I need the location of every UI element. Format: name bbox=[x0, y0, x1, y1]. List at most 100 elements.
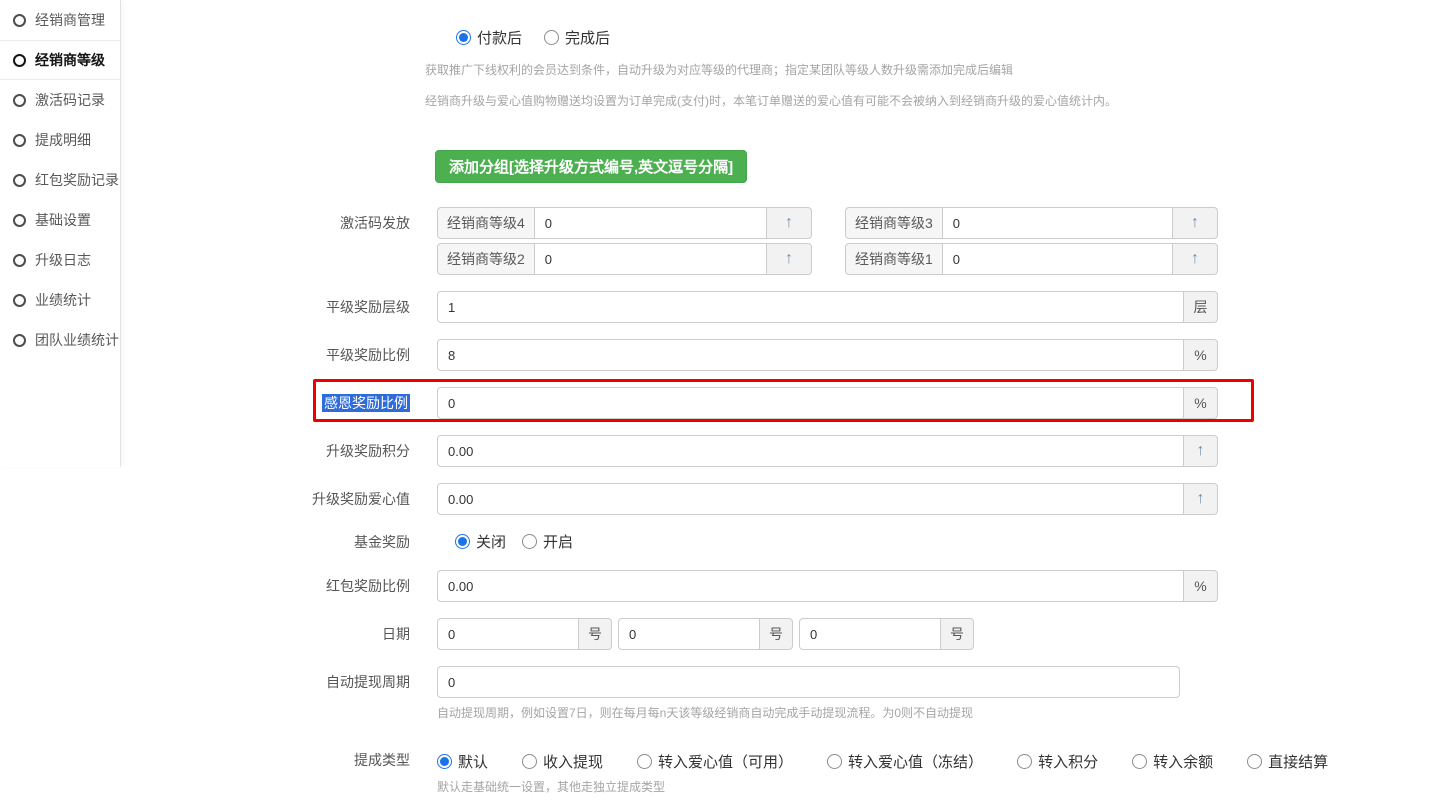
radio-option-direct-settlement[interactable]: 直接结算 bbox=[1247, 751, 1328, 772]
gratitude-ratio-input-group: % bbox=[437, 387, 1218, 419]
radio-option-after-completion[interactable]: 完成后 bbox=[544, 27, 610, 48]
sidebar-item-basic-settings[interactable]: 基础设置 bbox=[0, 200, 120, 240]
field-label-date: 日期 bbox=[121, 624, 410, 644]
arrow-up-icon[interactable]: ↑ bbox=[1184, 483, 1218, 515]
radio-unchecked-icon[interactable] bbox=[637, 754, 652, 769]
radio-unchecked-icon[interactable] bbox=[544, 30, 559, 45]
date-input-2[interactable] bbox=[618, 618, 760, 650]
peer-level-input-group: 层 bbox=[437, 291, 1218, 323]
radio-unchecked-icon[interactable] bbox=[522, 534, 537, 549]
fund-reward-row: 基金奖励 关闭 开启 bbox=[121, 531, 1454, 552]
input-prefix-level4: 经销商等级4 bbox=[437, 207, 534, 239]
circle-icon bbox=[13, 134, 26, 147]
redpacket-ratio-input[interactable] bbox=[437, 570, 1184, 602]
radio-unchecked-icon[interactable] bbox=[1132, 754, 1147, 769]
radio-label: 开启 bbox=[543, 531, 573, 552]
unit-addon-day: 号 bbox=[941, 618, 974, 650]
radio-option-default[interactable]: 默认 bbox=[437, 751, 488, 772]
radio-option-on[interactable]: 开启 bbox=[522, 531, 573, 552]
help-text-commission-type: 默认走基础统一设置，其他走独立提成类型 bbox=[437, 778, 1328, 795]
unit-addon-floor: 层 bbox=[1184, 291, 1218, 323]
field-label-upgrade-love: 升级奖励爱心值 bbox=[121, 489, 410, 509]
sidebar-item-performance-stats[interactable]: 业绩统计 bbox=[0, 280, 120, 320]
sidebar-item-label: 经销商管理 bbox=[35, 10, 105, 30]
auto-withdraw-cycle-row: 自动提现周期 自动提现周期，例如设置7日，则在每月每n天该等级经销商自动完成手动… bbox=[121, 666, 1454, 721]
sidebar-item-team-performance-stats[interactable]: 团队业绩统计 bbox=[0, 320, 120, 360]
help-text-auto-withdraw: 自动提现周期，例如设置7日，则在每月每n天该等级经销商自动完成手动提现流程。为0… bbox=[437, 704, 1180, 721]
peer-level-input[interactable] bbox=[437, 291, 1184, 323]
main-content: 付款后 完成后 获取推广下线权利的会员达到条件，自动升级为对应等级的代理商；指定… bbox=[121, 0, 1454, 811]
activation-input-group-level1: 经销商等级1 ↑ bbox=[845, 243, 1218, 275]
sidebar-item-dealer-level[interactable]: 经销商等级 bbox=[0, 40, 120, 80]
sidebar-item-redpacket-reward-records[interactable]: 红包奖励记录 bbox=[0, 160, 120, 200]
radio-option-love-frozen[interactable]: 转入爱心值（冻结） bbox=[827, 751, 983, 772]
help-text-upgrade-condition: 获取推广下线权利的会员达到条件，自动升级为对应等级的代理商；指定某团队等级人数升… bbox=[425, 63, 1454, 77]
upgrade-love-input[interactable] bbox=[437, 483, 1184, 515]
unit-addon-percent: % bbox=[1184, 387, 1218, 419]
arrow-up-icon[interactable]: ↑ bbox=[767, 243, 812, 275]
radio-label: 付款后 bbox=[477, 27, 522, 48]
radio-label: 收入提现 bbox=[543, 751, 603, 772]
circle-icon bbox=[13, 254, 26, 267]
upgrade-love-input-group: ↑ bbox=[437, 483, 1218, 515]
upgrade-points-input-group: ↑ bbox=[437, 435, 1218, 467]
date-input-group-2: 号 bbox=[618, 618, 793, 650]
field-label-gratitude-ratio: 感恩奖励比例 bbox=[121, 393, 410, 413]
gratitude-ratio-input[interactable] bbox=[437, 387, 1184, 419]
radio-label: 转入爱心值（冻结） bbox=[848, 751, 983, 772]
arrow-up-icon[interactable]: ↑ bbox=[1173, 207, 1218, 239]
upgrade-reward-points-row: 升级奖励积分 ↑ bbox=[121, 435, 1454, 467]
activation-level1-input[interactable] bbox=[942, 243, 1173, 275]
sidebar-item-activation-code-records[interactable]: 激活码记录 bbox=[0, 80, 120, 120]
circle-icon bbox=[13, 14, 26, 27]
arrow-up-icon[interactable]: ↑ bbox=[1184, 435, 1218, 467]
radio-option-balance[interactable]: 转入余额 bbox=[1132, 751, 1213, 772]
date-input-group-1: 号 bbox=[437, 618, 612, 650]
radio-option-off[interactable]: 关闭 bbox=[455, 531, 506, 552]
auto-withdraw-input[interactable] bbox=[437, 666, 1180, 698]
date-input-3[interactable] bbox=[799, 618, 941, 650]
sidebar-item-label: 提成明细 bbox=[35, 130, 91, 150]
radio-unchecked-icon[interactable] bbox=[522, 754, 537, 769]
gratitude-reward-ratio-row: 感恩奖励比例 % bbox=[121, 387, 1454, 419]
upgrade-points-input[interactable] bbox=[437, 435, 1184, 467]
radio-checked-icon[interactable] bbox=[455, 534, 470, 549]
activation-level2-input[interactable] bbox=[534, 243, 767, 275]
field-label-upgrade-points: 升级奖励积分 bbox=[121, 441, 410, 461]
sidebar-item-upgrade-log[interactable]: 升级日志 bbox=[0, 240, 120, 280]
activation-level3-input[interactable] bbox=[942, 207, 1173, 239]
sidebar-item-dealer-management[interactable]: 经销商管理 bbox=[0, 0, 120, 40]
radio-checked-icon[interactable] bbox=[437, 754, 452, 769]
sidebar-item-label: 团队业绩统计 bbox=[35, 330, 119, 350]
redpacket-reward-ratio-row: 红包奖励比例 % bbox=[121, 570, 1454, 602]
help-text-love-value-note: 经销商升级与爱心值购物赠送均设置为订单完成(支付)时，本笔订单赠送的爱心值有可能… bbox=[425, 94, 1454, 108]
field-label-redpacket-ratio: 红包奖励比例 bbox=[121, 576, 410, 596]
peer-ratio-input[interactable] bbox=[437, 339, 1184, 371]
activation-level4-input[interactable] bbox=[534, 207, 767, 239]
arrow-up-icon[interactable]: ↑ bbox=[1173, 243, 1218, 275]
radio-option-love-available[interactable]: 转入爱心值（可用） bbox=[637, 751, 793, 772]
sidebar-item-label: 业绩统计 bbox=[35, 290, 91, 310]
radio-unchecked-icon[interactable] bbox=[1247, 754, 1262, 769]
upgrade-timing-radio-group: 付款后 完成后 bbox=[456, 27, 1454, 48]
circle-icon bbox=[13, 94, 26, 107]
input-prefix-level2: 经销商等级2 bbox=[437, 243, 534, 275]
activation-code-row: 激活码发放 经销商等级4 ↑ 经销商等级3 ↑ 经销商等级2 bbox=[121, 207, 1454, 275]
add-group-button[interactable]: 添加分组[选择升级方式编号,英文逗号分隔] bbox=[435, 150, 747, 183]
arrow-up-icon[interactable]: ↑ bbox=[767, 207, 812, 239]
radio-label: 关闭 bbox=[476, 531, 506, 552]
sidebar-item-commission-details[interactable]: 提成明细 bbox=[0, 120, 120, 160]
radio-checked-icon[interactable] bbox=[456, 30, 471, 45]
radio-option-points[interactable]: 转入积分 bbox=[1017, 751, 1098, 772]
radio-unchecked-icon[interactable] bbox=[1017, 754, 1032, 769]
radio-unchecked-icon[interactable] bbox=[827, 754, 842, 769]
field-label-peer-ratio: 平级奖励比例 bbox=[121, 345, 410, 365]
circle-icon bbox=[13, 334, 26, 347]
input-prefix-level1: 经销商等级1 bbox=[845, 243, 942, 275]
radio-option-income-withdraw[interactable]: 收入提现 bbox=[522, 751, 603, 772]
circle-icon bbox=[13, 54, 26, 67]
date-input-1[interactable] bbox=[437, 618, 579, 650]
field-label-activation-code: 激活码发放 bbox=[121, 207, 410, 239]
sidebar-item-label: 经销商等级 bbox=[35, 50, 105, 70]
radio-option-after-payment[interactable]: 付款后 bbox=[456, 27, 522, 48]
